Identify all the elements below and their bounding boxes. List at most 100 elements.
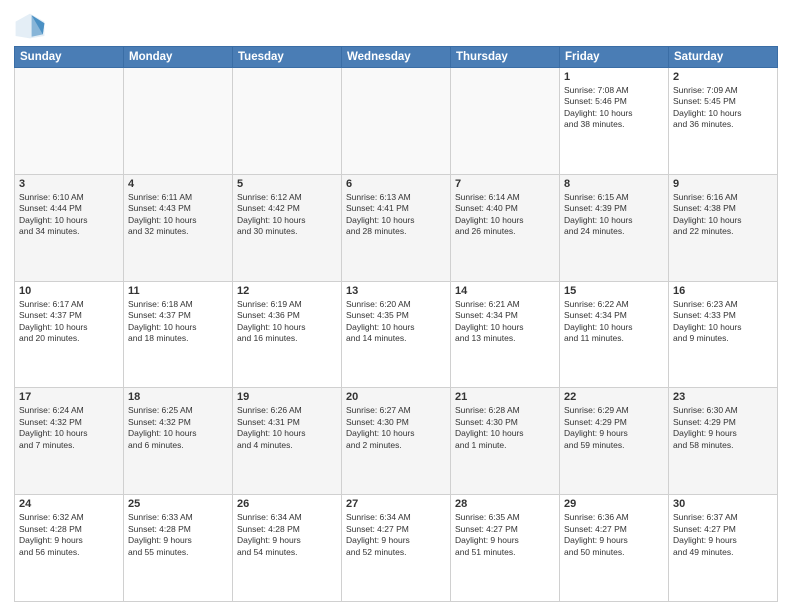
- day-info: Sunrise: 6:24 AM Sunset: 4:32 PM Dayligh…: [19, 405, 88, 449]
- day-info: Sunrise: 6:32 AM Sunset: 4:28 PM Dayligh…: [19, 512, 84, 556]
- calendar-cell: 10 Sunrise: 6:17 AM Sunset: 4:37 PM Dayli…: [15, 281, 124, 388]
- calendar-table: SundayMondayTuesdayWednesdayThursdayFrid…: [14, 46, 778, 602]
- day-info: Sunrise: 6:34 AM Sunset: 4:27 PM Dayligh…: [346, 512, 411, 556]
- weekday-header-thursday: Thursday: [451, 47, 560, 68]
- weekday-header-wednesday: Wednesday: [342, 47, 451, 68]
- calendar-cell: 4 Sunrise: 6:11 AM Sunset: 4:43 PM Daylig…: [124, 174, 233, 281]
- calendar-cell: 27Sunrise: 6:34 AM Sunset: 4:27 PM Dayli…: [342, 495, 451, 602]
- calendar-cell: 29 Sunrise: 6:36 AM Sunset: 4:27 PM Dayli…: [560, 495, 669, 602]
- page: SundayMondayTuesdayWednesdayThursdayFrid…: [0, 0, 792, 612]
- logo: [14, 12, 50, 40]
- calendar-cell: [124, 68, 233, 175]
- day-info: Sunrise: 6:15 AM Sunset: 4:39 PM Dayligh…: [564, 192, 633, 236]
- calendar-cell: 28 Sunrise: 6:35 AM Sunset: 4:27 PM Dayli…: [451, 495, 560, 602]
- day-info: Sunrise: 6:37 AM Sunset: 4:27 PM Dayligh…: [673, 512, 738, 556]
- calendar-cell: 26 Sunrise: 6:34 AM Sunset: 4:28 PM Dayli…: [233, 495, 342, 602]
- day-number: 9: [673, 178, 773, 190]
- calendar-cell: 21 Sunrise: 6:28 AM Sunset: 4:30 PM Dayli…: [451, 388, 560, 495]
- generalblue-icon: [14, 12, 46, 40]
- day-info: Sunrise: 6:14 AM Sunset: 4:40 PM Dayligh…: [455, 192, 524, 236]
- day-info: Sunrise: 6:26 AM Sunset: 4:31 PM Dayligh…: [237, 405, 306, 449]
- day-info: Sunrise: 7:08 AM Sunset: 5:46 PM Dayligh…: [564, 85, 633, 129]
- day-number: 8: [564, 178, 664, 190]
- day-info: Sunrise: 6:10 AM Sunset: 4:44 PM Dayligh…: [19, 192, 88, 236]
- day-info: Sunrise: 6:16 AM Sunset: 4:38 PM Dayligh…: [673, 192, 742, 236]
- week-row-2: 10 Sunrise: 6:17 AM Sunset: 4:37 PM Dayli…: [15, 281, 778, 388]
- calendar-cell: 17 Sunrise: 6:24 AM Sunset: 4:32 PM Dayli…: [15, 388, 124, 495]
- day-number: 18: [128, 391, 228, 403]
- calendar-cell: 19Sunrise: 6:26 AM Sunset: 4:31 PM Dayli…: [233, 388, 342, 495]
- calendar-cell: 6 Sunrise: 6:13 AM Sunset: 4:41 PM Daylig…: [342, 174, 451, 281]
- calendar-cell: 7 Sunrise: 6:14 AM Sunset: 4:40 PM Daylig…: [451, 174, 560, 281]
- calendar-cell: 9 Sunrise: 6:16 AM Sunset: 4:38 PM Daylig…: [669, 174, 778, 281]
- day-number: 1: [564, 71, 664, 83]
- header-row: SundayMondayTuesdayWednesdayThursdayFrid…: [15, 47, 778, 68]
- day-info: Sunrise: 6:34 AM Sunset: 4:28 PM Dayligh…: [237, 512, 302, 556]
- day-info: Sunrise: 6:23 AM Sunset: 4:33 PM Dayligh…: [673, 299, 742, 343]
- calendar-cell: 3 Sunrise: 6:10 AM Sunset: 4:44 PM Daylig…: [15, 174, 124, 281]
- calendar-cell: 18 Sunrise: 6:25 AM Sunset: 4:32 PM Dayli…: [124, 388, 233, 495]
- weekday-header-saturday: Saturday: [669, 47, 778, 68]
- day-number: 10: [19, 285, 119, 297]
- day-info: Sunrise: 6:30 AM Sunset: 4:29 PM Dayligh…: [673, 405, 738, 449]
- week-row-0: 1 Sunrise: 7:08 AM Sunset: 5:46 PM Daylig…: [15, 68, 778, 175]
- calendar-cell: 16 Sunrise: 6:23 AM Sunset: 4:33 PM Dayli…: [669, 281, 778, 388]
- day-info: Sunrise: 6:36 AM Sunset: 4:27 PM Dayligh…: [564, 512, 629, 556]
- calendar-cell: 15Sunrise: 6:22 AM Sunset: 4:34 PM Dayli…: [560, 281, 669, 388]
- calendar-cell: 13Sunrise: 6:20 AM Sunset: 4:35 PM Dayli…: [342, 281, 451, 388]
- day-info: Sunrise: 6:35 AM Sunset: 4:27 PM Dayligh…: [455, 512, 520, 556]
- calendar-cell: [233, 68, 342, 175]
- day-number: 20: [346, 391, 446, 403]
- day-number: 6: [346, 178, 446, 190]
- day-number: 25: [128, 498, 228, 510]
- day-number: 24: [19, 498, 119, 510]
- day-number: 7: [455, 178, 555, 190]
- day-number: 5: [237, 178, 337, 190]
- day-number: 13: [346, 285, 446, 297]
- weekday-header-tuesday: Tuesday: [233, 47, 342, 68]
- weekday-header-sunday: Sunday: [15, 47, 124, 68]
- day-info: Sunrise: 6:17 AM Sunset: 4:37 PM Dayligh…: [19, 299, 88, 343]
- week-row-4: 24 Sunrise: 6:32 AM Sunset: 4:28 PM Dayli…: [15, 495, 778, 602]
- day-info: Sunrise: 6:18 AM Sunset: 4:37 PM Dayligh…: [128, 299, 197, 343]
- day-info: Sunrise: 6:13 AM Sunset: 4:41 PM Dayligh…: [346, 192, 415, 236]
- calendar-cell: 11 Sunrise: 6:18 AM Sunset: 4:37 PM Dayli…: [124, 281, 233, 388]
- calendar-cell: [342, 68, 451, 175]
- day-number: 28: [455, 498, 555, 510]
- calendar-cell: 8 Sunrise: 6:15 AM Sunset: 4:39 PM Daylig…: [560, 174, 669, 281]
- calendar-cell: 14 Sunrise: 6:21 AM Sunset: 4:34 PM Dayli…: [451, 281, 560, 388]
- day-info: Sunrise: 6:25 AM Sunset: 4:32 PM Dayligh…: [128, 405, 197, 449]
- day-number: 4: [128, 178, 228, 190]
- calendar-body: 1 Sunrise: 7:08 AM Sunset: 5:46 PM Daylig…: [15, 68, 778, 602]
- day-number: 12: [237, 285, 337, 297]
- day-info: Sunrise: 6:28 AM Sunset: 4:30 PM Dayligh…: [455, 405, 524, 449]
- calendar-cell: 12Sunrise: 6:19 AM Sunset: 4:36 PM Dayli…: [233, 281, 342, 388]
- day-info: Sunrise: 6:33 AM Sunset: 4:28 PM Dayligh…: [128, 512, 193, 556]
- day-number: 26: [237, 498, 337, 510]
- weekday-header-friday: Friday: [560, 47, 669, 68]
- calendar-cell: 22Sunrise: 6:29 AM Sunset: 4:29 PM Dayli…: [560, 388, 669, 495]
- calendar-cell: [451, 68, 560, 175]
- day-number: 21: [455, 391, 555, 403]
- day-number: 14: [455, 285, 555, 297]
- calendar-header: SundayMondayTuesdayWednesdayThursdayFrid…: [15, 47, 778, 68]
- day-number: 17: [19, 391, 119, 403]
- day-number: 23: [673, 391, 773, 403]
- day-info: Sunrise: 6:21 AM Sunset: 4:34 PM Dayligh…: [455, 299, 524, 343]
- day-info: Sunrise: 6:11 AM Sunset: 4:43 PM Dayligh…: [128, 192, 197, 236]
- calendar-cell: 5Sunrise: 6:12 AM Sunset: 4:42 PM Daylig…: [233, 174, 342, 281]
- calendar-cell: 25 Sunrise: 6:33 AM Sunset: 4:28 PM Dayli…: [124, 495, 233, 602]
- calendar-cell: 2Sunrise: 7:09 AM Sunset: 5:45 PM Daylig…: [669, 68, 778, 175]
- calendar-cell: 1 Sunrise: 7:08 AM Sunset: 5:46 PM Daylig…: [560, 68, 669, 175]
- day-number: 29: [564, 498, 664, 510]
- day-number: 22: [564, 391, 664, 403]
- day-number: 11: [128, 285, 228, 297]
- weekday-header-monday: Monday: [124, 47, 233, 68]
- calendar-cell: 30 Sunrise: 6:37 AM Sunset: 4:27 PM Dayli…: [669, 495, 778, 602]
- day-number: 30: [673, 498, 773, 510]
- calendar-cell: 20Sunrise: 6:27 AM Sunset: 4:30 PM Dayli…: [342, 388, 451, 495]
- day-info: Sunrise: 7:09 AM Sunset: 5:45 PM Dayligh…: [673, 85, 742, 129]
- day-number: 3: [19, 178, 119, 190]
- day-info: Sunrise: 6:22 AM Sunset: 4:34 PM Dayligh…: [564, 299, 633, 343]
- day-number: 16: [673, 285, 773, 297]
